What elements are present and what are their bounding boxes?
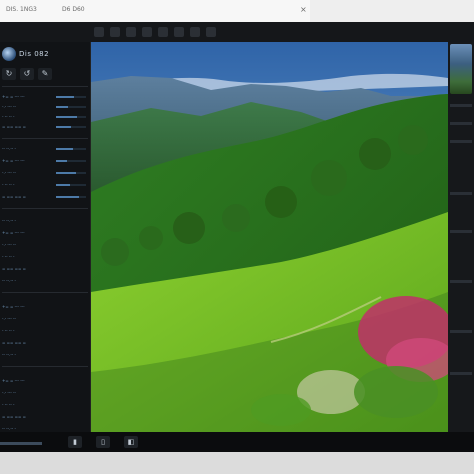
divider	[2, 208, 88, 209]
browser-tab-strip: DIS. 1NG3 D6 D60 ×	[0, 0, 310, 23]
panel-row[interactable]: - -- -- -	[2, 254, 14, 259]
right-panel	[448, 42, 474, 452]
tool-row: ↻ ↺ ✎	[2, 68, 88, 80]
panel-row[interactable]: = == == =	[2, 266, 26, 271]
export-icon[interactable]	[190, 27, 200, 37]
panel-row[interactable]: - -- -- -	[2, 114, 14, 119]
app-logo-icon	[2, 47, 16, 61]
right-slider[interactable]	[450, 280, 472, 283]
panel-row[interactable]: - -- -- -	[2, 182, 14, 187]
panel-row[interactable]: = == == =	[2, 414, 26, 419]
redo-icon[interactable]	[126, 27, 136, 37]
rotate-left-icon[interactable]: ↺	[20, 68, 34, 80]
editor-window: Dis 082 ↻ ↺ ✎ += = --- --- -.- --- -- - …	[0, 22, 474, 452]
panel-row[interactable]: - -- -- -	[2, 402, 14, 407]
editor-header	[0, 22, 474, 43]
right-slider[interactable]	[450, 140, 472, 143]
bottom-toolbar: ▮ ▯ ◧	[0, 432, 474, 452]
bottom-button[interactable]: ▮	[68, 436, 82, 448]
settings-icon[interactable]	[206, 27, 216, 37]
divider	[2, 366, 88, 367]
panel-row[interactable]: - -- -- -	[2, 328, 14, 333]
home-icon[interactable]	[94, 27, 104, 37]
slider-track[interactable]	[56, 148, 86, 150]
panel-row[interactable]: += = --- ---	[2, 304, 25, 309]
slider-track[interactable]	[56, 126, 86, 128]
panel-row[interactable]: -.- --- --	[2, 104, 16, 109]
panel-row[interactable]: += = --- ---	[2, 230, 25, 235]
slider-track[interactable]	[56, 196, 86, 198]
progress-fill	[0, 442, 42, 445]
right-slider[interactable]	[450, 104, 472, 107]
slider-track[interactable]	[56, 160, 86, 162]
panel-row[interactable]: += = --- ---	[2, 158, 25, 163]
right-slider[interactable]	[450, 330, 472, 333]
divider	[2, 138, 88, 139]
slider-track[interactable]	[56, 172, 86, 174]
panel-row[interactable]: += = --- ---	[2, 94, 25, 99]
rotate-right-icon[interactable]: ↻	[2, 68, 16, 80]
slider-track[interactable]	[56, 106, 86, 108]
panel-row[interactable]: -.- --- --	[2, 390, 16, 395]
bottom-button[interactable]: ◧	[124, 436, 138, 448]
landscape-photo	[91, 42, 448, 432]
slider-track[interactable]	[56, 116, 86, 118]
browser-tab-title[interactable]: DIS. 1NG3	[6, 5, 37, 15]
address-bar[interactable]: D6 D60	[62, 5, 85, 15]
left-panel: Dis 082 ↻ ↺ ✎ += = --- --- -.- --- -- - …	[0, 42, 91, 452]
right-slider[interactable]	[450, 372, 472, 375]
panel-row[interactable]: -- --.-- -	[2, 352, 16, 357]
panel-row[interactable]: = == == =	[2, 340, 26, 345]
layers-icon[interactable]	[142, 27, 152, 37]
preview-thumbnail[interactable]	[450, 44, 472, 94]
slider-track[interactable]	[56, 96, 86, 98]
panel-row[interactable]: += = --- ---	[2, 378, 25, 383]
panel-row[interactable]: -.- --- --	[2, 170, 16, 175]
panel-row[interactable]: -.- --- --	[2, 316, 16, 321]
panel-row[interactable]: -.- --- --	[2, 242, 16, 247]
panel-row[interactable]: -- --.-- -	[2, 426, 16, 431]
right-slider[interactable]	[450, 122, 472, 125]
panel-row[interactable]: = == == =	[2, 124, 26, 129]
panel-row[interactable]: -- --.-- -	[2, 218, 16, 223]
bottom-button[interactable]: ▯	[96, 436, 110, 448]
panel-row[interactable]: = == == =	[2, 194, 26, 199]
undo-icon[interactable]	[110, 27, 120, 37]
browser-topbar: DIS. 1NG3 D6 D60 ×	[0, 0, 474, 23]
panel-row[interactable]: -- --.-- -	[2, 146, 16, 151]
photo-canvas[interactable]	[91, 42, 448, 432]
divider	[2, 86, 88, 87]
brand: Dis 082	[2, 46, 49, 62]
brush-icon[interactable]: ✎	[38, 68, 52, 80]
right-slider[interactable]	[450, 230, 472, 233]
app-name: Dis 082	[19, 50, 50, 58]
close-tab-icon[interactable]: ×	[300, 5, 307, 15]
crop-icon[interactable]	[174, 27, 184, 37]
panel-row[interactable]: -- --.-- -	[2, 278, 16, 283]
divider	[2, 292, 88, 293]
right-slider[interactable]	[450, 192, 472, 195]
adjust-icon[interactable]	[158, 27, 168, 37]
slider-track[interactable]	[56, 184, 86, 186]
